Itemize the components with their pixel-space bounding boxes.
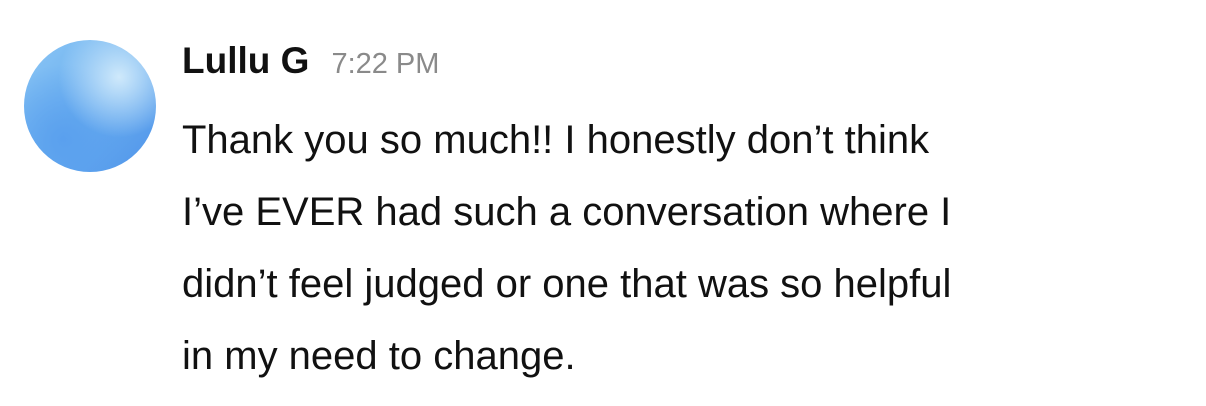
message-line: Thank you so much!! I honestly don’t thi… xyxy=(182,118,930,162)
message-timestamp[interactable]: 7:22 PM xyxy=(331,48,439,81)
sender-name[interactable]: Lullu G xyxy=(182,40,309,82)
message-line: I’ve EVER had such a conversation where … xyxy=(182,190,952,234)
user-avatar-icon[interactable] xyxy=(24,40,156,172)
message-line: didn’t feel judged or one that was so he… xyxy=(182,262,952,306)
chat-message: Lullu G 7:22 PM Thank you so much!! I ho… xyxy=(0,0,1206,406)
message-header: Lullu G 7:22 PM xyxy=(182,40,439,92)
message-body: Thank you so much!! I honestly don’t thi… xyxy=(182,104,1182,392)
message-line: in my need to change. xyxy=(182,334,576,378)
